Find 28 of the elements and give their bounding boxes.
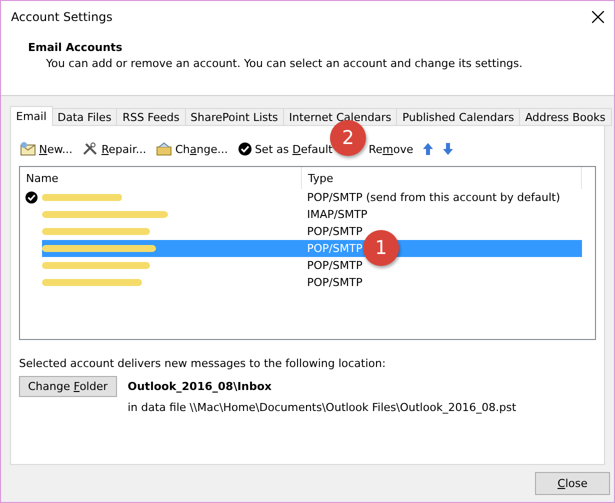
down-arrow-icon [443, 143, 454, 155]
change-folder-button[interactable]: Change Folder [19, 376, 117, 397]
account-type[interactable]: POP/SMTP [302, 274, 582, 291]
column-header[interactable]: Name [20, 167, 302, 189]
close-icon[interactable] [592, 11, 604, 23]
toolbar-button[interactable]: Change... [155, 142, 229, 156]
envelope-icon [20, 142, 36, 156]
close-button[interactable]: Close [535, 472, 610, 495]
section-description: You can add or remove an account. You can select an account and change its settings. [45, 57, 524, 70]
toolbar-button[interactable]: Remove [368, 142, 414, 156]
tab[interactable]: Address Books [519, 108, 612, 126]
account-type[interactable]: IMAP/SMTP [302, 206, 582, 223]
window-title: Account Settings [11, 10, 112, 24]
data-file-path: in data file \\Mac\Home\Documents\Outlook Files\Outlook_2016_08.pst [128, 401, 516, 414]
account-type[interactable]: POP/SMTP (send from this account by default) [302, 189, 582, 206]
tools-icon [82, 142, 98, 156]
up-arrow-icon [423, 143, 434, 155]
folder-path: Outlook_2016_08\Inbox [128, 380, 273, 393]
column-header[interactable]: Type [302, 167, 582, 189]
checkmark-icon [238, 142, 252, 156]
tab[interactable]: Email [10, 106, 53, 126]
folder-icon [156, 142, 172, 156]
section-title: Email Accounts [28, 41, 124, 54]
toolbar-button[interactable]: Repair... [81, 142, 148, 156]
toolbar-button[interactable]: New... [19, 142, 74, 156]
location-caption: Selected account delivers new messages to the following location: [19, 357, 387, 370]
move-up-button[interactable] [422, 143, 434, 155]
move-down-button[interactable] [442, 143, 454, 155]
